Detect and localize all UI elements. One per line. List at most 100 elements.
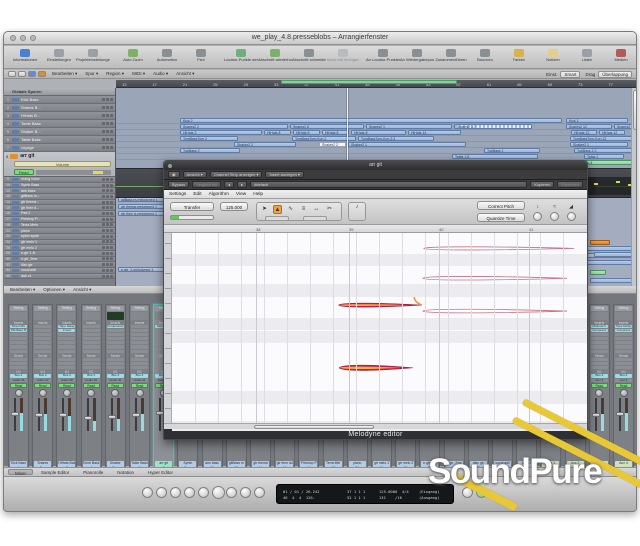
- mute-solo-icon[interactable]: [102, 201, 105, 204]
- pan-knob[interactable]: [136, 389, 144, 397]
- volume-fader[interactable]: [592, 398, 607, 431]
- region[interactable]: HiHats 8: [322, 130, 349, 135]
- stop-icon[interactable]: [198, 487, 209, 498]
- mute-solo-icon[interactable]: [110, 269, 113, 272]
- mute-solo-icon[interactable]: [106, 240, 109, 243]
- mute-solo-icon[interactable]: [102, 138, 105, 141]
- insert-slot[interactable]: [591, 341, 608, 344]
- region[interactable]: HiHats 8: [293, 130, 320, 135]
- insert-slot[interactable]: [131, 345, 148, 348]
- plugin-view-select[interactable]: Channel Strip anzeigen ▾: [210, 171, 263, 178]
- capture-icon[interactable]: [156, 487, 167, 498]
- mute-solo-icon[interactable]: [106, 269, 109, 272]
- preset-select[interactable]: #default: [250, 181, 527, 188]
- mute-solo-icon[interactable]: [102, 106, 105, 109]
- menu-bearbeiten[interactable]: Bearbeiten ▾: [52, 71, 77, 77]
- cycle-button[interactable]: [476, 487, 487, 498]
- track-header[interactable]: 2Snares B...: [4, 104, 115, 112]
- region[interactable]: [590, 278, 637, 283]
- play-icon[interactable]: [212, 486, 225, 499]
- record-icon[interactable]: [142, 487, 153, 498]
- mixer-menu-bearbeiten[interactable]: Bearbeiten ▾: [10, 287, 35, 292]
- snap-select[interactable]: Smart: [560, 71, 580, 78]
- region[interactable]: Snares2 6: [290, 124, 364, 129]
- strip-eq-display[interactable]: [34, 312, 51, 320]
- separation-tool-icon[interactable]: ✂: [325, 205, 334, 214]
- read-button[interactable]: Read: [615, 383, 632, 388]
- mute-solo-icon[interactable]: [102, 189, 105, 192]
- channel-strip[interactable]: SettingInsertsTape DelayCompressSendsI/O…: [613, 304, 634, 472]
- abschnitt-schneiden-button[interactable]: Abschnitt schneiden: [292, 47, 326, 63]
- farben-button[interactable]: Farben: [502, 47, 536, 63]
- read-button[interactable]: Read: [34, 383, 51, 388]
- output-slot[interactable]: Bus 4: [10, 374, 27, 377]
- mute-solo-icon[interactable]: [110, 206, 113, 209]
- mute-solo-icon[interactable]: [102, 229, 105, 232]
- insert-slot[interactable]: Direct Mix: [10, 325, 27, 328]
- vertical-scrollbar[interactable]: [631, 88, 637, 317]
- pause-icon[interactable]: [226, 487, 237, 498]
- region[interactable]: HiHats 12: [599, 130, 625, 135]
- volume-fader[interactable]: [132, 398, 147, 431]
- melodyne-menu-settings[interactable]: Settings: [169, 190, 186, 198]
- insert-slot[interactable]: MS Bass R: [10, 329, 27, 332]
- insert-slot[interactable]: [131, 325, 148, 328]
- mute-solo-icon[interactable]: [110, 189, 113, 192]
- mute-solo-icon[interactable]: [106, 178, 109, 181]
- region[interactable]: Shaker2 1: [348, 142, 466, 147]
- send-slot[interactable]: [34, 358, 51, 361]
- window-titlebar[interactable]: we_play_4.8.presseblobs – Arrangierfenst…: [4, 32, 636, 45]
- informationen-button[interactable]: Informationen: [8, 47, 42, 63]
- mute-solo-icon[interactable]: [102, 114, 105, 117]
- cycle-region[interactable]: [281, 80, 457, 84]
- insert-slot[interactable]: [615, 345, 632, 348]
- melodyne-note-area[interactable]: [164, 233, 587, 423]
- insert-slot[interactable]: [10, 333, 27, 336]
- melodyne-menu-edit[interactable]: Edit: [193, 190, 201, 198]
- mute-solo-icon[interactable]: [102, 263, 105, 266]
- note-blob[interactable]: [423, 276, 567, 280]
- insert-slot[interactable]: [615, 333, 632, 336]
- send-slot[interactable]: [10, 362, 27, 365]
- menu-ansicht[interactable]: Ansicht ▾: [176, 71, 194, 77]
- formant-knob[interactable]: [550, 212, 559, 221]
- mute-solo-icon[interactable]: [102, 212, 105, 215]
- region[interactable]: Snares2 2: [180, 124, 288, 129]
- read-button[interactable]: Read: [107, 383, 124, 388]
- insert-slot[interactable]: [131, 350, 148, 353]
- transfer-button[interactable]: Transfer: [170, 202, 214, 211]
- mute-solo-icon[interactable]: [110, 275, 113, 278]
- region[interactable]: [590, 240, 610, 245]
- mute-solo-icon[interactable]: [106, 189, 109, 192]
- track-name[interactable]: arr git: [20, 153, 34, 159]
- track-header[interactable]: 4Tomb Bass: [4, 120, 115, 128]
- mute-solo-icon[interactable]: [106, 212, 109, 215]
- strip-eq-display[interactable]: [10, 312, 27, 320]
- menu-spur[interactable]: Spur ▾: [85, 71, 98, 77]
- insert-slot[interactable]: [34, 345, 51, 348]
- timing-tool-icon[interactable]: ↔: [312, 205, 321, 214]
- region[interactable]: Shaker2 2: [234, 142, 296, 147]
- mute-solo-icon[interactable]: [106, 252, 109, 255]
- mute-solo-icon[interactable]: [106, 206, 109, 209]
- insert-slot[interactable]: [58, 333, 75, 336]
- insert-slot[interactable]: [107, 345, 124, 348]
- region[interactable]: Tabla 1.8: [452, 154, 538, 159]
- mute-solo-icon[interactable]: [102, 257, 105, 260]
- strip-setting-button[interactable]: Setting: [83, 306, 100, 311]
- mute-solo-icon[interactable]: [110, 106, 113, 109]
- mute-solo-icon[interactable]: [110, 252, 113, 255]
- bypass-button[interactable]: Bypass: [168, 181, 189, 188]
- insert-slot[interactable]: [131, 341, 148, 344]
- quantize-time-button[interactable]: Quantize Time: [477, 213, 525, 222]
- solo-button[interactable]: [462, 487, 473, 498]
- mute-solo-icon[interactable]: [110, 122, 113, 125]
- an-wiedergabeposition-teilen-button[interactable]: An Wiedergabeposition teilen: [400, 47, 434, 63]
- insert-slot[interactable]: [10, 350, 27, 353]
- output-slot[interactable]: Bus 4: [58, 374, 75, 377]
- insert-slot[interactable]: [83, 333, 100, 336]
- insert-slot[interactable]: [615, 337, 632, 340]
- mixer-menu-optionen[interactable]: Optionen ▾: [43, 287, 65, 292]
- forward-icon[interactable]: [184, 487, 195, 498]
- region[interactable]: [590, 270, 606, 275]
